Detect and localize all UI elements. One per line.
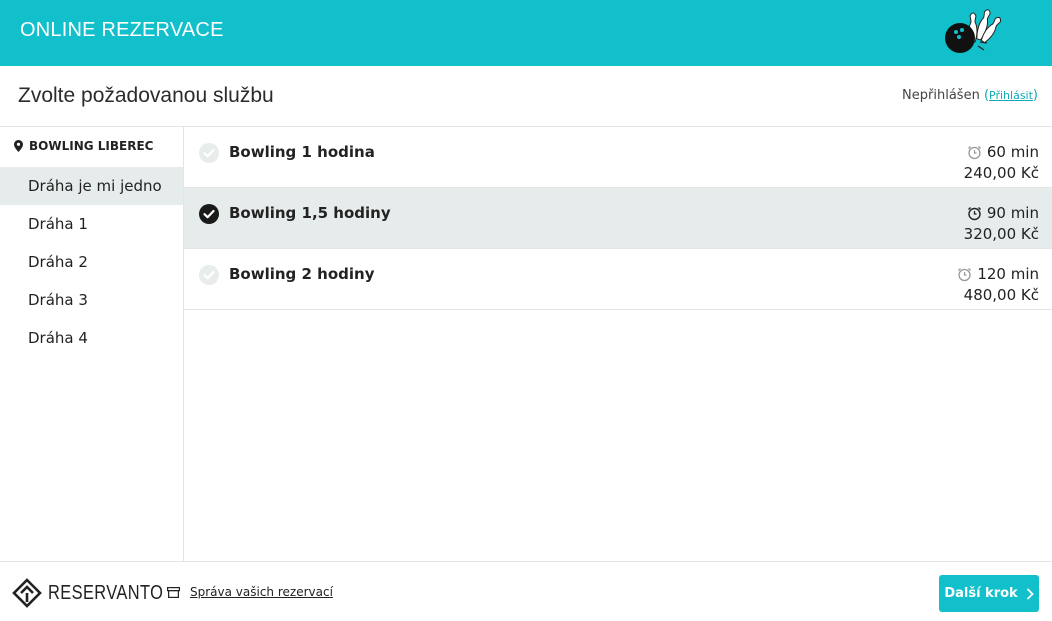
location-name: BOWLING LIBEREC — [29, 139, 154, 153]
chevron-right-icon — [1026, 587, 1034, 600]
page-title: Zvolte požadovanou službu — [18, 84, 274, 107]
app-title: ONLINE REZERVACE — [20, 19, 224, 41]
lane-item-3[interactable]: Dráha 3 — [0, 281, 183, 319]
next-step-button[interactable]: Další krok — [939, 575, 1039, 612]
manage-reservations-link[interactable]: Správa vašich rezervací — [190, 585, 333, 599]
lane-item-any[interactable]: Dráha je mi jedno — [0, 167, 183, 205]
reservanto-brand: RESERVANTO — [12, 578, 189, 608]
lane-item-1[interactable]: Dráha 1 — [0, 205, 183, 243]
alarm-clock-icon — [958, 267, 972, 281]
service-name: Bowling 1 hodina — [229, 143, 375, 161]
check-circle-icon — [199, 204, 219, 224]
login-link[interactable]: Přihlásit — [989, 89, 1033, 102]
location-heading: BOWLING LIBEREC — [14, 139, 153, 153]
service-duration: 90 min — [967, 204, 1039, 222]
login-status-text: Nepřihlášen — [902, 88, 980, 103]
service-list: Bowling 1 hodina 60 min 240,00 Kč Bowlin… — [184, 127, 1052, 310]
check-circle-icon — [199, 143, 219, 163]
service-name: Bowling 1,5 hodiny — [229, 204, 391, 222]
lane-item-2[interactable]: Dráha 2 — [0, 243, 183, 281]
check-circle-icon — [199, 265, 219, 285]
service-name: Bowling 2 hodiny — [229, 265, 375, 283]
next-step-label: Další krok — [944, 586, 1018, 601]
lane-list: Dráha je mi jedno Dráha 1 Dráha 2 Dráha … — [0, 167, 183, 357]
app-header: ONLINE REZERVACE — [0, 0, 1052, 66]
service-price: 240,00 Kč — [963, 164, 1039, 182]
service-item-2h[interactable]: Bowling 2 hodiny 120 min 480,00 Kč — [184, 249, 1052, 310]
manage-reservations: Správa vašich rezervací — [167, 585, 333, 599]
reservanto-logo-icon — [12, 578, 42, 608]
alarm-clock-icon — [967, 145, 981, 159]
service-duration: 120 min — [957, 265, 1039, 283]
service-price: 320,00 Kč — [963, 225, 1039, 243]
login-status: Nepřihlášen (Přihlásit) — [902, 88, 1038, 103]
archive-box-icon — [167, 586, 180, 598]
bowling-logo-icon — [945, 9, 1001, 53]
app-footer: RESERVANTO Správa vašich rezervací Další… — [0, 561, 1052, 621]
map-pin-icon — [14, 140, 23, 152]
service-duration: 60 min — [967, 143, 1039, 161]
brand-name: RESERVANTO — [48, 581, 164, 604]
service-price: 480,00 Kč — [963, 286, 1039, 304]
service-item-1-5h[interactable]: Bowling 1,5 hodiny 90 min 320,00 Kč — [184, 188, 1052, 249]
lane-item-4[interactable]: Dráha 4 — [0, 319, 183, 357]
service-item-1h[interactable]: Bowling 1 hodina 60 min 240,00 Kč — [184, 127, 1052, 188]
alarm-clock-icon — [967, 206, 981, 220]
page-subheader: Zvolte požadovanou službu Nepřihlášen (P… — [0, 66, 1052, 127]
lane-sidebar: BOWLING LIBEREC Dráha je mi jedno Dráha … — [0, 127, 184, 561]
